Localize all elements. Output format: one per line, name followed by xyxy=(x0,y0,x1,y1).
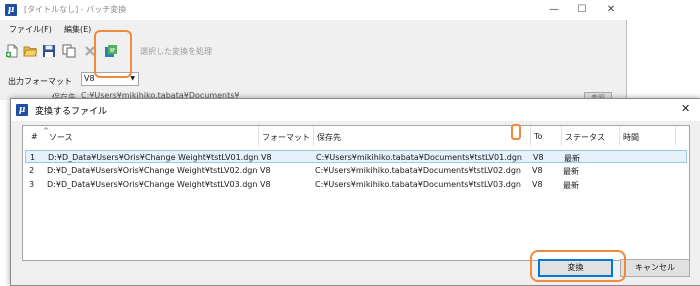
column-header-status[interactable]: ステータス xyxy=(565,132,605,143)
menu-file[interactable]: ファイル(F) xyxy=(9,24,52,35)
row-to: V8 xyxy=(532,180,543,189)
column-header-destination[interactable]: 保存先 xyxy=(317,132,341,143)
sort-ascending-icon: ^ xyxy=(43,127,49,135)
row-source: D:¥D_Data¥Users¥Oris¥Change Weight¥tstLV… xyxy=(48,153,259,162)
dialog-title: 変換するファイル xyxy=(35,107,108,117)
toolbar: 選択した変換を処理 xyxy=(0,42,300,60)
cancel-button[interactable]: キャンセル xyxy=(620,259,690,277)
row-number: 3 xyxy=(29,180,35,189)
row-status: 最新 xyxy=(564,154,580,163)
row-number: 1 xyxy=(30,153,36,162)
column-divider[interactable] xyxy=(619,126,620,146)
save-icon[interactable] xyxy=(42,44,56,58)
column-header-time[interactable]: 時間 xyxy=(623,132,639,143)
toolbar-highlight-annotation xyxy=(94,30,132,78)
table-row[interactable]: 1 D:¥D_Data¥Users¥Oris¥Change Weight¥tst… xyxy=(25,150,687,163)
row-format: V8 xyxy=(260,166,271,175)
row-source: D:¥D_Data¥Users¥Oris¥Change Weight¥tstLV… xyxy=(47,180,258,189)
dialog-titlebar: μ 変換するファイル ✕ xyxy=(11,99,700,121)
row-destination: C:¥Users¥mikihiko.tabata¥Documents¥tstLV… xyxy=(316,153,522,162)
table-row[interactable]: 3 D:¥D_Data¥Users¥Oris¥Change Weight¥tst… xyxy=(25,178,687,191)
row-destination: C:¥Users¥mikihiko.tabata¥Documents¥tstLV… xyxy=(315,180,521,189)
minimize-button[interactable]: — xyxy=(540,1,568,19)
dialog-close-button[interactable]: ✕ xyxy=(681,102,690,115)
close-window-button[interactable]: ✕ xyxy=(597,1,625,19)
row-status: 最新 xyxy=(563,181,579,190)
row-format: V8 xyxy=(260,180,271,189)
app-logo-icon: μ xyxy=(16,104,28,116)
row-source: D:¥D_Data¥Users¥Oris¥Change Weight¥tstLV… xyxy=(47,166,258,175)
app-logo-icon: μ xyxy=(5,4,17,16)
column-header-to[interactable]: To xyxy=(534,132,542,141)
row-status: 最新 xyxy=(563,167,579,176)
output-format-label: 出力フォーマット xyxy=(8,77,72,86)
list-header: # ^ ソース フォーマット 保存先 To ステータス 時間 xyxy=(23,126,689,146)
copy-icon[interactable] xyxy=(62,44,76,58)
row-to: V8 xyxy=(533,153,544,162)
column-divider[interactable] xyxy=(530,126,531,146)
window-title: [タイトルなし] - バッチ変換 xyxy=(24,5,127,14)
column-divider[interactable] xyxy=(561,126,562,146)
column-divider[interactable] xyxy=(313,126,314,146)
convert-button-highlight-annotation xyxy=(530,250,626,282)
main-titlebar: μ [タイトルなし] - バッチ変換 — ☐ ✕ xyxy=(0,0,627,20)
maximize-button[interactable]: ☐ xyxy=(568,1,596,19)
row-to: V8 xyxy=(532,166,543,175)
row-number: 2 xyxy=(29,166,35,175)
row-format: V8 xyxy=(261,153,272,162)
column-divider-highlight-annotation xyxy=(511,124,521,140)
output-format-value: V8 xyxy=(84,74,95,83)
table-row[interactable]: 2 D:¥D_Data¥Users¥Oris¥Change Weight¥tst… xyxy=(25,164,687,177)
column-header-source[interactable]: ソース xyxy=(49,132,73,143)
file-list[interactable]: # ^ ソース フォーマット 保存先 To ステータス 時間 1 D:¥D_Da… xyxy=(22,125,690,261)
menu-edit[interactable]: 編集(E) xyxy=(64,24,91,35)
process-selected-label[interactable]: 選択した変換を処理 xyxy=(140,46,212,57)
row-destination: C:¥Users¥mikihiko.tabata¥Documents¥tstLV… xyxy=(315,166,521,175)
column-header-format[interactable]: フォーマット xyxy=(262,132,310,143)
column-divider[interactable] xyxy=(258,126,259,146)
column-divider[interactable] xyxy=(675,126,676,146)
column-header-number[interactable]: # xyxy=(31,132,38,141)
new-file-icon[interactable] xyxy=(5,44,19,58)
open-folder-icon[interactable] xyxy=(23,44,37,58)
